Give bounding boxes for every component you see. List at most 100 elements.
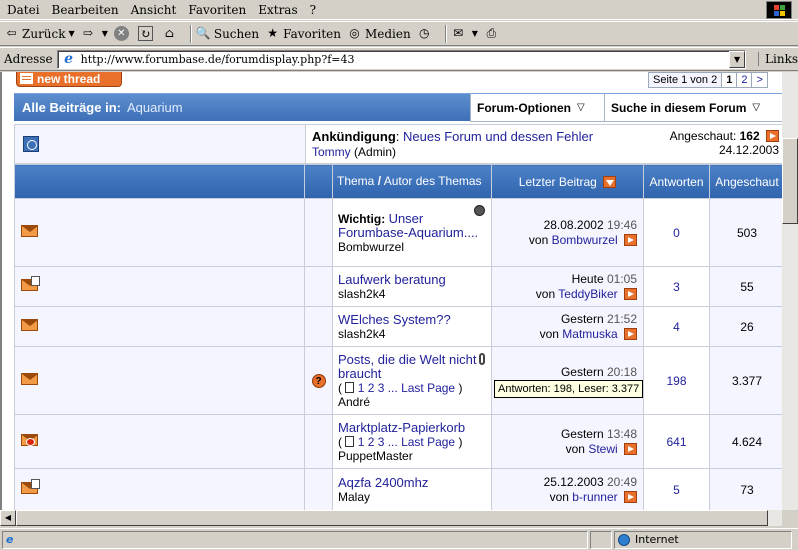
table-row: Marktplatz-Papierkorb ( 1 2 3 ... Last P…: [14, 414, 782, 469]
reply-count[interactable]: 3: [643, 266, 710, 307]
back-button[interactable]: ⇦ Zurück ▼: [4, 26, 75, 41]
address-input[interactable]: e http://www.forumbase.de/forumdisplay.p…: [56, 49, 747, 69]
horizontal-scroll-thumb[interactable]: [16, 510, 768, 526]
announcement-author-link[interactable]: Tommy: [312, 145, 351, 159]
toolbar-separator: [189, 24, 192, 43]
thread-author[interactable]: slash2k4: [338, 287, 385, 301]
forward-dropdown-icon[interactable]: ▼: [102, 29, 108, 38]
multipage-icon: [345, 381, 355, 393]
favorites-button[interactable]: ★ Favoriten: [265, 26, 341, 41]
back-arrow-icon: ⇦: [6, 26, 17, 40]
thread-title-link[interactable]: WElches System??: [338, 312, 451, 327]
thread-topic-cell: Aqzfa 2400mhz Malay: [332, 468, 492, 510]
menu-favoriten[interactable]: Favoriten: [188, 3, 246, 17]
forum-options-menu[interactable]: Forum-Optionen ▽: [470, 94, 604, 122]
ie-page-icon: e: [6, 533, 14, 546]
thread-author[interactable]: PuppetMaster: [338, 449, 413, 463]
last-post-user-link[interactable]: TeddyBiker: [558, 287, 617, 301]
home-button[interactable]: ⌂: [162, 26, 180, 41]
thread-author[interactable]: Malay: [338, 490, 370, 504]
last-post-user-link[interactable]: b-runner: [572, 490, 617, 504]
address-label: Adresse: [4, 52, 53, 66]
menu-ansicht[interactable]: Ansicht: [131, 3, 177, 17]
page-current: 1: [721, 73, 736, 87]
last-post-user-link[interactable]: Matmuska: [562, 327, 617, 341]
menu-extras[interactable]: Extras: [258, 3, 297, 17]
page-next-arrow[interactable]: >: [751, 73, 766, 87]
header-last-post-column[interactable]: Letzter Beitrag: [491, 164, 644, 199]
history-icon: ◷: [418, 26, 430, 40]
forum-search-menu[interactable]: Suche in diesem Forum ▽: [604, 94, 782, 122]
announcement-title-link[interactable]: Neues Forum und dessen Fehler: [403, 129, 593, 144]
reply-count[interactable]: 641: [643, 414, 710, 469]
sort-by-author-link[interactable]: Autor des Themas: [384, 174, 482, 188]
thread-author[interactable]: Bombwurzel: [338, 240, 404, 254]
links-button[interactable]: Links: [758, 52, 798, 66]
thread-last-page-link[interactable]: Last Page: [401, 381, 455, 395]
thread-status-envelope-icon: [21, 225, 38, 237]
sort-by-thread-link[interactable]: Thema: [337, 174, 374, 188]
go-to-last-post-icon[interactable]: [624, 287, 637, 300]
menu-help[interactable]: ?: [310, 3, 316, 17]
address-dropdown-icon[interactable]: ▼: [729, 50, 746, 68]
thread-title-link[interactable]: Marktplatz-Papierkorb: [338, 420, 465, 435]
go-to-last-post-icon[interactable]: [624, 327, 637, 340]
go-to-last-post-icon[interactable]: [624, 490, 637, 503]
new-thread-icon: [20, 73, 33, 84]
address-url[interactable]: http://www.forumbase.de/forumdisplay.php…: [81, 53, 355, 66]
new-thread-button[interactable]: new thread: [16, 72, 122, 87]
reply-count[interactable]: 198: [643, 346, 710, 415]
reply-count[interactable]: 5: [643, 468, 710, 510]
go-arrow-icon[interactable]: [766, 130, 779, 142]
vertical-scrollbar[interactable]: [782, 72, 798, 510]
forum-name-link[interactable]: Aquarium: [127, 100, 183, 115]
reply-count[interactable]: 0: [643, 198, 710, 267]
forward-button[interactable]: ⇨ ▼: [81, 26, 108, 41]
history-button[interactable]: ◷: [417, 26, 435, 41]
go-to-last-post-icon[interactable]: [624, 233, 637, 246]
status-panel: [590, 530, 612, 549]
mail-dropdown-icon[interactable]: ▼: [472, 29, 478, 38]
announcement-cell: Ankündigung: Neues Forum und dessen Fehl…: [305, 125, 782, 163]
view-count: 4.624: [709, 414, 782, 469]
print-button[interactable]: ⎙: [484, 26, 502, 41]
thread-page-numbers[interactable]: 1 2 3 ...: [358, 435, 398, 449]
thread-title-link[interactable]: Laufwerk beratung: [338, 272, 446, 287]
header-replies-column[interactable]: Antworten: [643, 164, 710, 199]
table-row: Wichtig: Unser Forumbase-Aquarium.... Bo…: [14, 198, 782, 267]
vertical-scroll-thumb[interactable]: [782, 138, 798, 224]
announcement-row: Ankündigung: Neues Forum und dessen Fehl…: [14, 124, 782, 164]
horizontal-scrollbar[interactable]: ◀: [0, 510, 782, 526]
thread-author[interactable]: André: [338, 395, 370, 409]
thread-title-link[interactable]: Posts, die die Welt nicht braucht: [338, 352, 477, 381]
back-dropdown-icon[interactable]: ▼: [69, 29, 75, 38]
thread-last-page-link[interactable]: Last Page: [401, 435, 455, 449]
thread-page-numbers[interactable]: 1 2 3 ...: [358, 381, 398, 395]
thread-status-envelope-icon: [21, 479, 40, 494]
stop-button[interactable]: ✕: [113, 26, 132, 41]
page-link-2[interactable]: 2: [736, 73, 751, 87]
sort-down-icon[interactable]: [603, 175, 617, 188]
header-icon2-column: [304, 164, 333, 199]
forum-header-bar: Alle Beiträge in: Aquarium Forum-Optione…: [14, 93, 782, 122]
thread-page-links: ( 1 2 3 ... Last Page ): [338, 380, 463, 395]
status-main-panel: e: [2, 530, 588, 549]
menu-bearbeiten[interactable]: Bearbeiten: [52, 3, 119, 17]
reply-count[interactable]: 4: [643, 306, 710, 347]
header-views-column[interactable]: Angeschaut: [709, 164, 782, 199]
refresh-button[interactable]: ↻: [137, 26, 156, 41]
last-post-user-link[interactable]: Stewi: [588, 442, 617, 456]
media-button[interactable]: ◎ Medien: [347, 26, 411, 41]
last-post-user-link[interactable]: Bombwurzel: [552, 233, 618, 247]
scroll-left-icon[interactable]: ◀: [0, 510, 16, 526]
mail-icon: ✉: [453, 26, 464, 40]
thread-author[interactable]: slash2k4: [338, 327, 385, 341]
search-button[interactable]: 🔍 Suchen: [196, 26, 259, 41]
mail-button[interactable]: ✉ ▼: [451, 26, 478, 41]
table-row: WElches System?? slash2k4 Gestern 21:52 …: [14, 306, 782, 347]
thread-title-link[interactable]: Aqzfa 2400mhz: [338, 475, 428, 490]
menu-datei[interactable]: Datei: [7, 3, 40, 17]
thread-status-envelope-icon: [21, 373, 38, 385]
home-icon: ⌂: [164, 26, 174, 40]
go-to-last-post-icon[interactable]: [624, 442, 637, 455]
